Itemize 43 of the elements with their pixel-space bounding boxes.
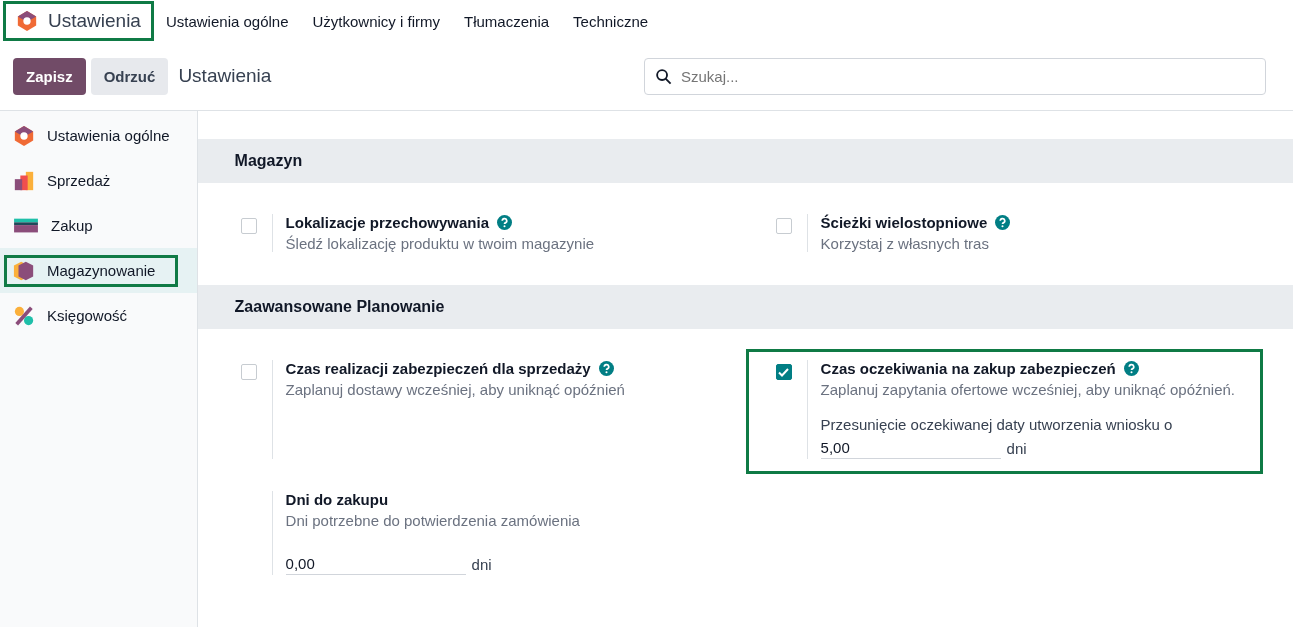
- box-icon: [13, 259, 35, 282]
- setting-title: Czas oczekiwania na zakup zabezpieczeń: [820, 360, 1116, 377]
- setting-description: Zaplanuj zapytania ofertowe wcześniej, aby uniknąć opóźnień.: [820, 381, 1235, 398]
- setting-title: Czas realizacji zabezpieczeń dla sprzedaży: [285, 360, 591, 377]
- help-icon[interactable]: [995, 215, 1011, 230]
- field-label: Przesunięcie oczekiwanej daty utworzenia wniosku o: [820, 416, 1174, 433]
- checkbox[interactable]: [775, 364, 792, 380]
- search-icon: [655, 67, 672, 85]
- breadcrumb: Ustawienia: [178, 65, 272, 87]
- setting-description: Zaplanuj dostawy wcześniej, aby uniknąć opóźnień: [285, 381, 625, 398]
- hexagon-icon: [16, 10, 38, 32]
- unit-label: dni: [1006, 439, 1027, 457]
- menu-item[interactable]: Użytkownicy i firmy: [300, 12, 453, 30]
- help-icon[interactable]: [1123, 361, 1139, 376]
- menu-item[interactable]: Ustawienia ogólne: [153, 12, 301, 30]
- bars-icon: [13, 169, 35, 192]
- setting-title: Lokalizacje przechowywania: [285, 214, 489, 231]
- setting-title: Ścieżki wielostopniowe: [820, 214, 988, 231]
- sidebar-item[interactable]: Sprzedaż: [4, 164, 134, 197]
- setting-title: Dni do zakupu: [285, 491, 389, 508]
- save-button[interactable]: Zapisz: [13, 57, 86, 95]
- section-heading: Magazyn: [197, 139, 1293, 183]
- unit-label: dni: [471, 555, 492, 573]
- sidebar-item[interactable]: Ustawienia ogólne: [4, 119, 193, 152]
- setting-description: Korzystaj z własnych tras: [820, 235, 990, 252]
- menu-item[interactable]: Techniczne: [561, 12, 661, 30]
- setting-description: Dni potrzebne do potwierdzenia zamówienia: [285, 512, 580, 529]
- sidebar-item[interactable]: Magazynowanie: [4, 254, 179, 287]
- menu-item[interactable]: Tłumaczenia: [452, 12, 562, 30]
- checkbox[interactable]: [775, 218, 792, 234]
- sidebar-item[interactable]: Zakup: [4, 209, 116, 242]
- search-field[interactable]: Szukaj...: [644, 57, 1266, 95]
- hexagon-icon: [13, 124, 35, 147]
- sidebar-item[interactable]: Księgowość: [4, 299, 151, 332]
- help-icon[interactable]: [598, 361, 614, 376]
- percent-icon: [13, 304, 35, 327]
- checkbox[interactable]: [240, 364, 257, 380]
- setting-description: Śledź lokalizację produktu w twoim magazynie: [285, 235, 595, 252]
- discard-button[interactable]: Odrzuć: [90, 57, 169, 95]
- help-icon[interactable]: [497, 215, 512, 230]
- app-brand[interactable]: Ustawienia: [3, 1, 154, 41]
- checkbox[interactable]: [240, 218, 257, 234]
- section-heading: Zaawansowane Planowanie: [197, 285, 1293, 329]
